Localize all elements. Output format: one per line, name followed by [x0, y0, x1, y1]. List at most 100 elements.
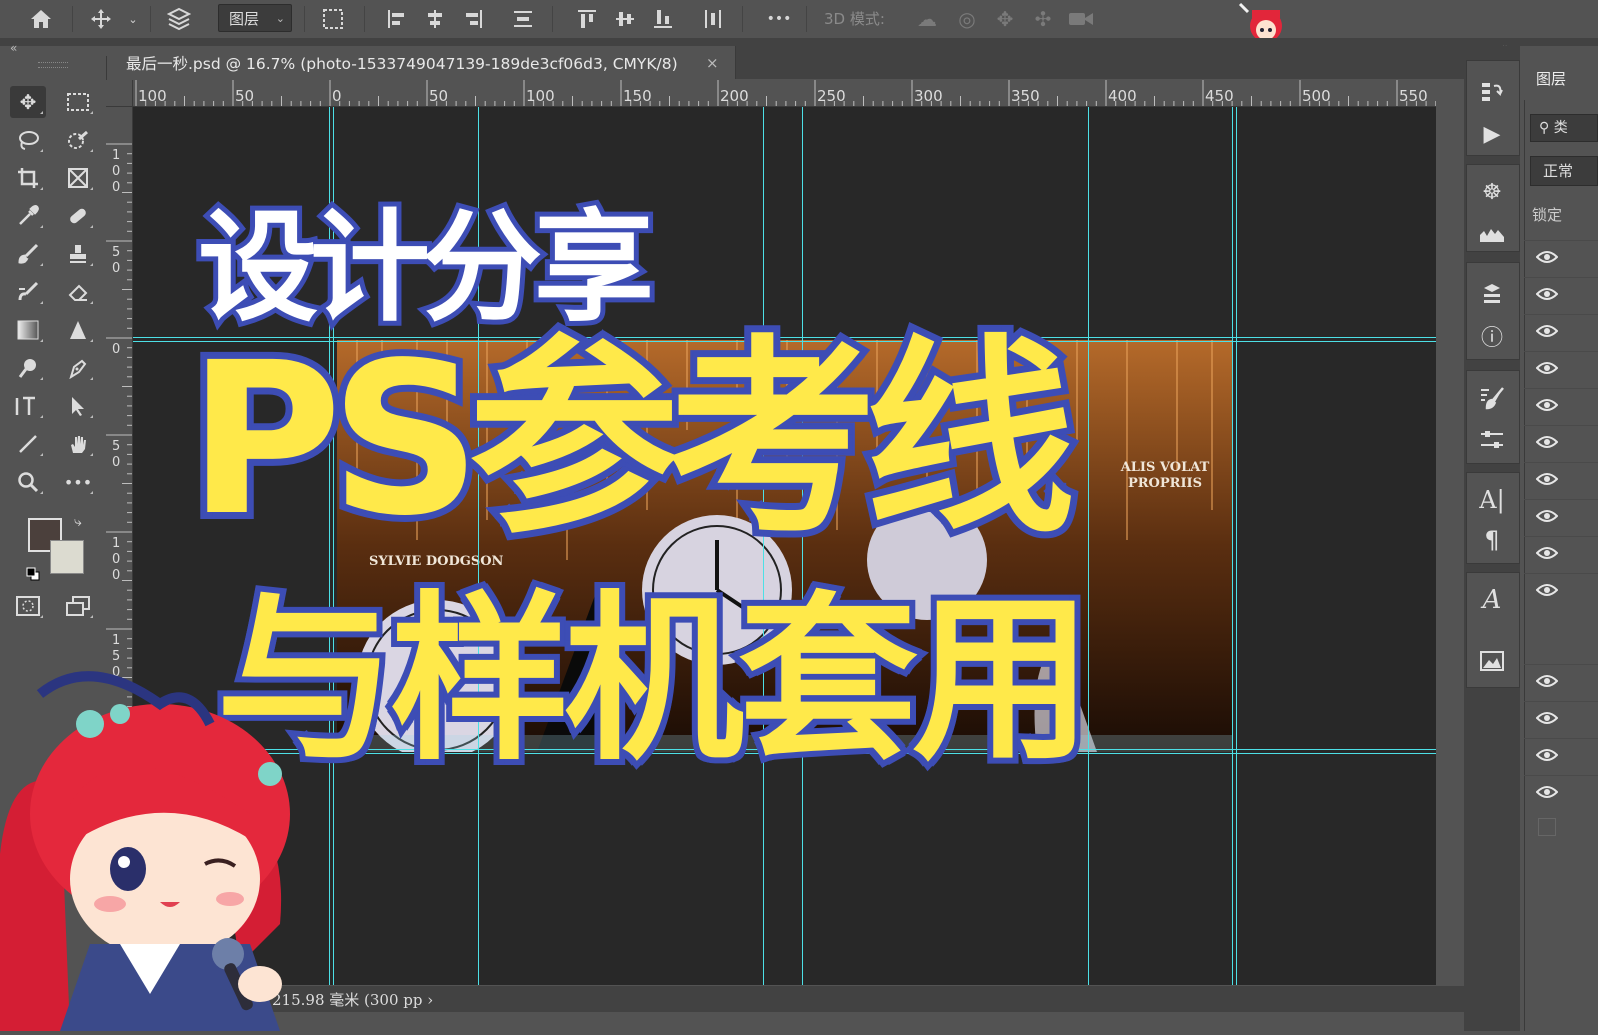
line-tool-icon[interactable]	[10, 428, 46, 460]
ruler-label: 100	[138, 87, 167, 105]
frame-tool-icon[interactable]	[60, 162, 96, 194]
artwork-right-text: ALIS VOLAT PROPRIIS	[1120, 460, 1210, 491]
brush-tool-icon[interactable]	[10, 238, 46, 270]
align-top-icon[interactable]	[574, 6, 600, 32]
clone-stamp-icon[interactable]	[60, 238, 96, 270]
visibility-off-box[interactable]	[1538, 818, 1556, 836]
ruler-label: 50	[112, 245, 121, 276]
blur-tool-icon[interactable]	[60, 314, 96, 346]
visibility-eye-icon[interactable]	[1536, 546, 1558, 560]
horizontal-ruler[interactable]: 100 50 0 50 100 150 200 250 300 350 400 450 500 550	[110, 80, 1436, 107]
vertical-guide[interactable]	[1088, 107, 1089, 985]
move-tool-icon[interactable]	[88, 6, 114, 32]
actions-play-icon[interactable]: ▶	[1476, 118, 1508, 150]
slide-3d-icon[interactable]: ✣	[1030, 6, 1056, 32]
zoom-tool-icon[interactable]	[10, 466, 46, 498]
info-panel-icon[interactable]: ⓘ	[1476, 320, 1508, 352]
swap-colors-icon[interactable]: ⤷	[74, 514, 82, 530]
layers-filter-search[interactable]: ⚲ 类	[1530, 114, 1598, 142]
character-panel-icon[interactable]: A|	[1476, 484, 1508, 516]
toolbar-grip[interactable]	[38, 62, 68, 68]
visibility-eye-icon[interactable]	[1536, 435, 1558, 449]
background-color-swatch[interactable]	[50, 540, 84, 574]
visibility-eye-icon[interactable]	[1536, 472, 1558, 486]
navigator-panel-icon[interactable]: ☸	[1476, 176, 1508, 208]
home-icon[interactable]	[28, 6, 54, 32]
more-options-icon[interactable]: •••	[764, 6, 794, 32]
glyphs-panel-icon[interactable]: A	[1476, 584, 1508, 616]
pen-tool-icon[interactable]	[60, 352, 96, 384]
libraries-panel-icon[interactable]	[1476, 278, 1508, 310]
vertical-guide[interactable]	[1236, 107, 1237, 985]
visibility-eye-icon[interactable]	[1536, 674, 1558, 688]
ruler-label: 100	[112, 536, 121, 583]
ruler-label: 150	[623, 87, 652, 105]
layer-select[interactable]: 图层 ⌄	[218, 4, 292, 32]
path-selection-icon[interactable]	[60, 390, 96, 422]
properties-panel-icon[interactable]	[1476, 644, 1508, 676]
eraser-tool-icon[interactable]	[60, 276, 96, 308]
visibility-eye-icon[interactable]	[1536, 509, 1558, 523]
ruler-label: 350	[1011, 87, 1040, 105]
collapse-toolbar-icon[interactable]: «	[10, 41, 17, 55]
spot-healing-brush-icon[interactable]	[60, 200, 96, 232]
ruler-ticks	[135, 80, 1436, 106]
orbit-3d-icon[interactable]: ☁	[914, 6, 940, 32]
align-bottom-icon[interactable]	[650, 6, 676, 32]
ruler-origin[interactable]	[106, 80, 133, 107]
document-tab-title[interactable]: 最后一秒.psd @ 16.7% (photo-1533749047139-18…	[126, 52, 678, 74]
visibility-eye-icon[interactable]	[1536, 748, 1558, 762]
object-selection-icon[interactable]	[60, 124, 96, 156]
vertical-guide[interactable]	[1232, 107, 1233, 985]
type-tool-icon[interactable]	[10, 390, 46, 422]
close-tab-button[interactable]: ×	[706, 54, 719, 72]
histogram-panel-icon[interactable]	[1476, 218, 1508, 250]
align-horizontal-center-icon[interactable]	[422, 6, 448, 32]
visibility-eye-icon[interactable]	[1536, 398, 1558, 412]
align-right-icon[interactable]	[460, 6, 486, 32]
visibility-eye-icon[interactable]	[1536, 250, 1558, 264]
camera-3d-icon[interactable]	[1068, 6, 1094, 32]
options-bar: ⌄ 图层 ⌄ ••• 3D 模式: ☁ ◎ ✥ ✣	[0, 0, 1598, 44]
move-tool-icon[interactable]: ✥	[10, 86, 46, 118]
hand-tool-icon[interactable]	[60, 428, 96, 460]
gradient-tool-icon[interactable]	[10, 314, 46, 346]
lasso-tool-icon[interactable]	[10, 124, 46, 156]
roll-3d-icon[interactable]: ◎	[954, 6, 980, 32]
quick-mask-icon[interactable]	[10, 590, 46, 622]
brush-settings-icon[interactable]	[1476, 382, 1508, 414]
align-vertical-center-icon[interactable]	[612, 6, 638, 32]
chevron-down-icon[interactable]: ⌄	[120, 6, 146, 32]
visibility-eye-icon[interactable]	[1536, 785, 1558, 799]
paragraph-panel-icon[interactable]: ¶	[1476, 524, 1508, 556]
visibility-eye-icon[interactable]	[1536, 361, 1558, 375]
align-left-icon[interactable]	[384, 6, 410, 32]
default-colors-icon[interactable]	[26, 566, 40, 581]
crop-tool-icon[interactable]	[10, 162, 46, 194]
distribute-horizontal-icon[interactable]	[700, 6, 726, 32]
overlay-title-line2: PS参考线	[181, 317, 1082, 562]
ruler-label: 200	[720, 87, 749, 105]
history-brush-icon[interactable]	[10, 276, 46, 308]
visibility-eye-icon[interactable]	[1536, 287, 1558, 301]
layers-tab-label: 图层	[1536, 70, 1567, 88]
divider	[806, 6, 807, 32]
blend-mode-select[interactable]: 正常	[1530, 156, 1598, 186]
divider	[742, 6, 743, 32]
ruler-label: 300	[914, 87, 943, 105]
screen-mode-icon[interactable]	[60, 590, 96, 622]
edit-toolbar-icon[interactable]: •••	[60, 466, 96, 498]
visibility-eye-icon[interactable]	[1536, 583, 1558, 597]
adjustments-panel-icon[interactable]	[1476, 424, 1508, 456]
visibility-eye-icon[interactable]	[1536, 711, 1558, 725]
rectangular-marquee-icon[interactable]	[60, 86, 96, 118]
distribute-vertical-icon[interactable]	[510, 6, 536, 32]
auto-select-layers-icon[interactable]	[166, 6, 192, 32]
visibility-eye-icon[interactable]	[1536, 324, 1558, 338]
transform-controls-icon[interactable]	[320, 6, 346, 32]
lock-label: 锁定	[1532, 206, 1563, 224]
history-panel-icon[interactable]	[1476, 76, 1508, 108]
pan-3d-icon[interactable]: ✥	[992, 6, 1018, 32]
dodge-tool-icon[interactable]	[10, 352, 46, 384]
eyedropper-icon[interactable]	[10, 200, 46, 232]
